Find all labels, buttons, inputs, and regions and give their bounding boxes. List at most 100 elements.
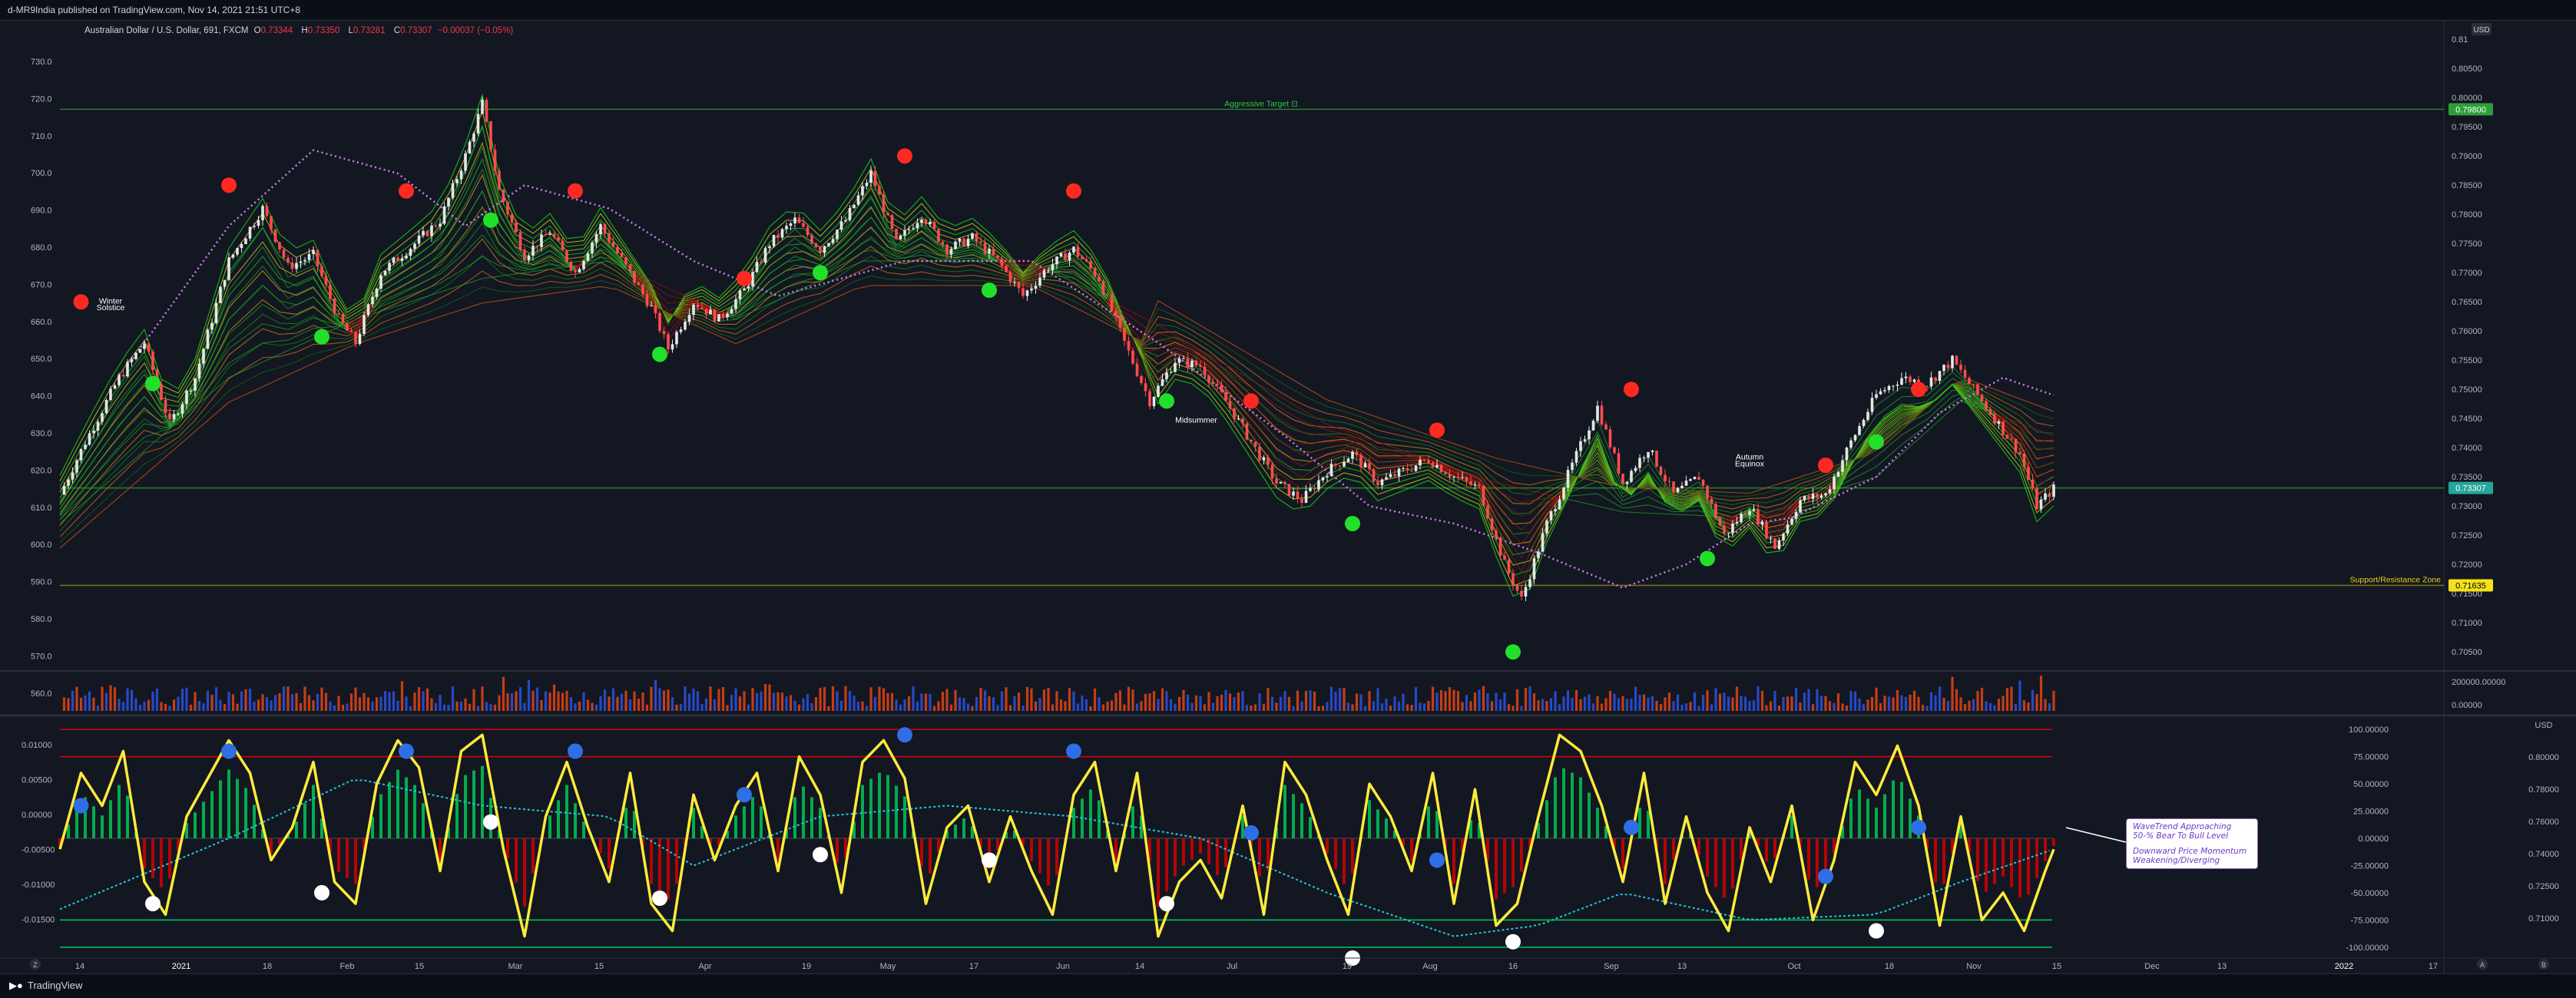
volume-bar xyxy=(1909,695,1911,711)
histogram-bar xyxy=(1647,811,1650,838)
volume-bar xyxy=(452,686,454,711)
candle-body xyxy=(177,414,180,415)
histogram-bar xyxy=(1993,838,1996,884)
candle-body xyxy=(300,262,303,263)
histogram-bar xyxy=(1807,838,1810,880)
candle-body xyxy=(1474,484,1477,485)
ema-ribbon-segment xyxy=(313,297,322,306)
volume-bar xyxy=(1778,706,1780,711)
histogram-bar xyxy=(1283,785,1286,838)
candle-body xyxy=(646,294,649,306)
volume-bar xyxy=(1875,688,1877,711)
candle-body xyxy=(1630,471,1633,481)
ema-ribbon-segment xyxy=(296,342,305,346)
volume-bar xyxy=(489,704,492,711)
x-axis-tick-label: 16 xyxy=(1508,962,1518,971)
ema-ribbon-segment xyxy=(1378,447,1386,449)
volume-bar xyxy=(878,687,880,711)
volume-bar xyxy=(692,689,694,711)
left-axis-tick-label: 690.0 xyxy=(31,207,52,216)
volume-bar xyxy=(494,705,496,711)
ema-ribbon-segment xyxy=(964,250,972,252)
volume-bar xyxy=(996,705,998,711)
candle-body xyxy=(207,330,210,349)
ema-ribbon-segment xyxy=(1158,358,1167,365)
histogram-bar xyxy=(1055,838,1058,875)
volume-bar xyxy=(2010,687,2012,711)
histogram-bar xyxy=(886,775,889,838)
candle-body xyxy=(1174,363,1177,372)
volume-bar xyxy=(413,692,416,711)
ema-ribbon-segment xyxy=(1276,417,1285,422)
volume-bar xyxy=(1005,687,1007,711)
histogram-bar xyxy=(920,838,923,867)
volume-bar xyxy=(1533,693,1535,711)
volume-bar xyxy=(2031,690,2034,711)
green-signal-dot xyxy=(1345,516,1360,531)
histogram-bar xyxy=(1723,838,1726,897)
candle-body xyxy=(700,308,704,309)
histogram-bar xyxy=(1638,808,1641,838)
ema-ribbon-segment xyxy=(1952,372,1961,379)
ema-ribbon-segment xyxy=(1682,511,1690,512)
ema-ribbon-segment xyxy=(111,425,119,437)
volume-bar xyxy=(1457,691,1459,711)
wavetrend-line xyxy=(60,735,2054,936)
ema-ribbon-segment xyxy=(863,217,871,225)
candle-body xyxy=(126,362,129,377)
ema-ribbon-segment xyxy=(1268,439,1276,450)
volume-bar xyxy=(874,697,876,711)
red-signal-dot xyxy=(568,183,583,199)
ema-ribbon-segment xyxy=(778,262,786,268)
ema-ribbon-segment xyxy=(1293,472,1302,478)
candle-body xyxy=(1068,253,1071,260)
candle-body xyxy=(1119,316,1122,328)
ema-ribbon-segment xyxy=(1276,428,1285,433)
ema-ribbon-segment xyxy=(449,232,457,244)
volume-bar xyxy=(1068,688,1071,711)
volume-bar xyxy=(1871,697,1873,711)
candle-body xyxy=(1123,328,1126,341)
volume-bar xyxy=(975,697,978,711)
candle-body xyxy=(2015,439,2018,453)
histogram-bar xyxy=(878,773,881,838)
volume-bar xyxy=(278,693,280,711)
volume-bar xyxy=(747,705,750,711)
volume-bar xyxy=(1174,704,1176,711)
ema-ribbon-segment xyxy=(1133,319,1141,325)
left-axis-tick-label: 680.0 xyxy=(31,243,52,253)
volume-bar xyxy=(587,699,589,711)
candle-body xyxy=(367,304,370,315)
ema-ribbon-segment xyxy=(1521,501,1530,503)
tradingview-logo[interactable]: ▶●TradingView xyxy=(9,980,82,992)
histogram-bar xyxy=(819,808,822,838)
candle-body xyxy=(697,305,700,308)
ema-ribbon-segment xyxy=(153,436,161,444)
volume-bar xyxy=(1710,704,1713,711)
candle-body xyxy=(1575,451,1578,463)
candle-body xyxy=(992,249,995,256)
volume-bar xyxy=(181,689,184,711)
candle-body xyxy=(776,235,780,238)
ema-ribbon-segment xyxy=(305,276,313,280)
ema-ribbon-segment xyxy=(770,268,778,274)
candle-body xyxy=(916,223,919,229)
volume-bar xyxy=(2040,676,2042,711)
ema-ribbon-segment xyxy=(1310,450,1319,452)
ema-ribbon-segment xyxy=(770,259,778,266)
candle-body xyxy=(1432,463,1435,468)
ema-ribbon-segment xyxy=(1885,393,1893,399)
volume-bar xyxy=(1300,702,1303,711)
volume-bar xyxy=(257,699,260,711)
volume-bar xyxy=(1195,696,1197,711)
candle-body xyxy=(472,134,475,142)
histogram-bar xyxy=(1351,838,1354,874)
volume-bar xyxy=(1326,702,1328,711)
volume-bar xyxy=(236,704,238,711)
x-axis-tick-label: 17 xyxy=(2429,962,2438,971)
histogram-bar xyxy=(160,838,163,887)
volume-bar xyxy=(540,700,542,711)
ema-ribbon-segment xyxy=(1243,382,1251,388)
candle-body xyxy=(793,217,796,223)
ema-ribbon-segment xyxy=(423,269,432,274)
